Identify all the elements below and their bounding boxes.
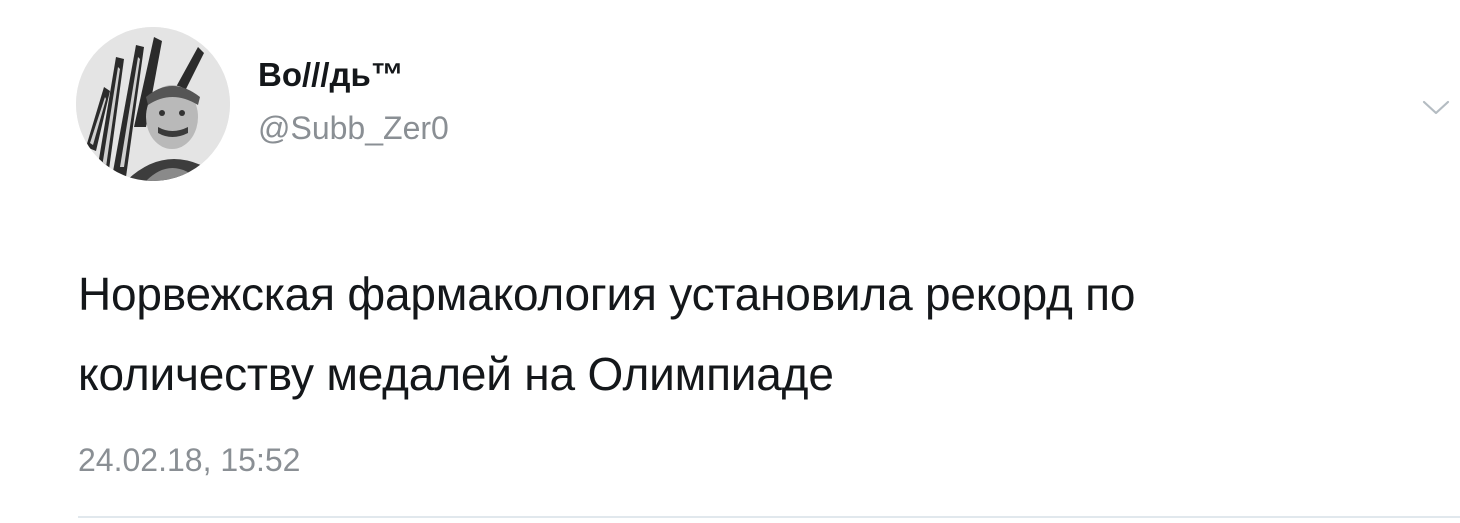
tweet-text-line: количеству медалей на Олимпиаде: [78, 348, 834, 400]
avatar[interactable]: [76, 27, 230, 181]
display-name[interactable]: Во///дь™: [258, 58, 404, 91]
tweet-card: Во///дь™ @Subb_Zer0 Норвежская фармаколо…: [0, 0, 1460, 523]
tweet-text-line: Норвежская фармакология установила рекор…: [78, 268, 1136, 320]
tweet-text: Норвежская фармакология установила рекор…: [78, 254, 1448, 414]
avatar-image: [76, 27, 230, 181]
chevron-down-icon[interactable]: [1420, 96, 1452, 120]
user-handle[interactable]: @Subb_Zer0: [258, 112, 449, 144]
divider: [78, 516, 1460, 518]
timestamp[interactable]: 24.02.18, 15:52: [78, 444, 300, 476]
